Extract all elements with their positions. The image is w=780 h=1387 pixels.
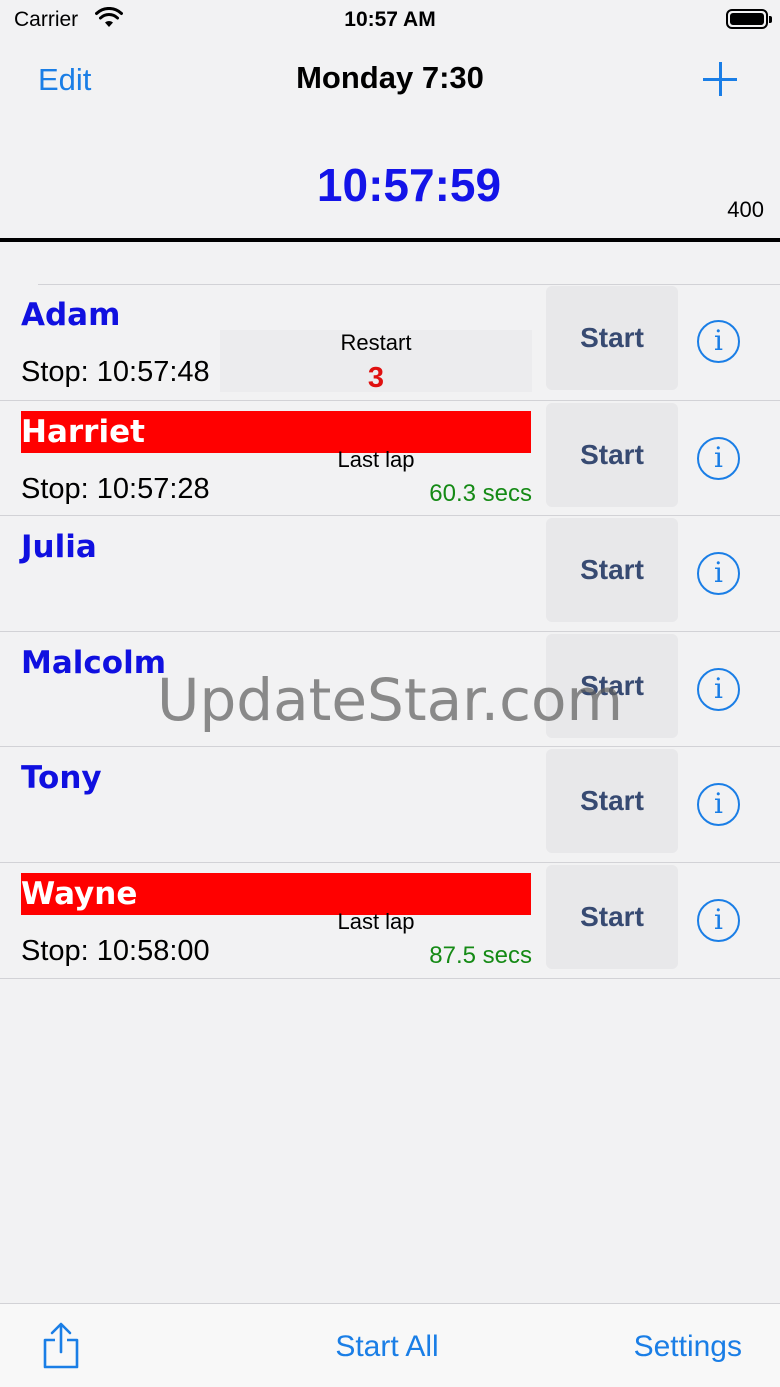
last-lap-label: Last lap: [337, 446, 415, 472]
start-button[interactable]: Start: [546, 864, 678, 969]
header-divider: [0, 238, 780, 242]
runner-name: Adam: [21, 297, 121, 333]
start-button[interactable]: Start: [546, 749, 678, 854]
stop-time: Stop: 10:57:48: [21, 356, 210, 388]
battery-icon: [726, 9, 772, 29]
info-icon[interactable]: i: [697, 783, 740, 827]
status-time: 10:57 AM: [344, 8, 436, 31]
runner-list: Adam Stop: 10:57:48 Restart 3 Start i Ha…: [0, 284, 780, 979]
list-end-divider: [0, 977, 780, 979]
runner-row-harriet: Harriet Stop: 10:57:28 Last lap 60.3 sec…: [0, 399, 780, 516]
distance-label: 400: [727, 197, 764, 222]
stop-time: Stop: 10:58:00: [21, 934, 210, 967]
info-icon[interactable]: i: [697, 320, 740, 363]
runner-name: Julia: [21, 529, 97, 566]
start-button[interactable]: Start: [546, 402, 678, 507]
last-lap-label: Last lap: [337, 908, 415, 934]
bottom-toolbar: Start All Settings: [0, 1303, 780, 1387]
settings-button[interactable]: Settings: [634, 1330, 742, 1364]
info-icon[interactable]: i: [697, 667, 740, 711]
runner-row-malcolm: Malcolm Start i: [0, 630, 780, 747]
stop-time: Stop: 10:57:28: [21, 472, 210, 505]
info-icon[interactable]: i: [697, 552, 740, 596]
restart-label: Restart: [340, 330, 412, 355]
runner-name: Tony: [21, 760, 102, 797]
start-button[interactable]: Start: [546, 518, 678, 623]
info-icon[interactable]: i: [697, 436, 740, 480]
restart-countdown: 3: [367, 362, 385, 394]
runner-name: Malcolm: [21, 644, 166, 681]
info-icon[interactable]: i: [697, 898, 740, 942]
runner-row-tony: Tony Start i: [0, 746, 780, 862]
runner-row-wayne: Wayne Stop: 10:58:00 Last lap 87.5 secs …: [0, 861, 780, 978]
start-button[interactable]: Start: [546, 633, 678, 738]
plus-icon[interactable]: [700, 60, 740, 100]
last-lap-time: 87.5 secs: [429, 941, 532, 969]
status-bar: Carrier 10:57 AM: [0, 0, 780, 40]
runner-row-julia: Julia Start i: [0, 515, 780, 631]
running-clock: 10:57:59: [316, 159, 502, 211]
page-title: Monday 7:30: [296, 60, 484, 95]
start-button[interactable]: Start: [546, 286, 678, 390]
last-lap-time: 60.3 secs: [429, 479, 532, 507]
runner-row-adam: Adam Stop: 10:57:48 Restart 3 Start i: [0, 284, 780, 400]
